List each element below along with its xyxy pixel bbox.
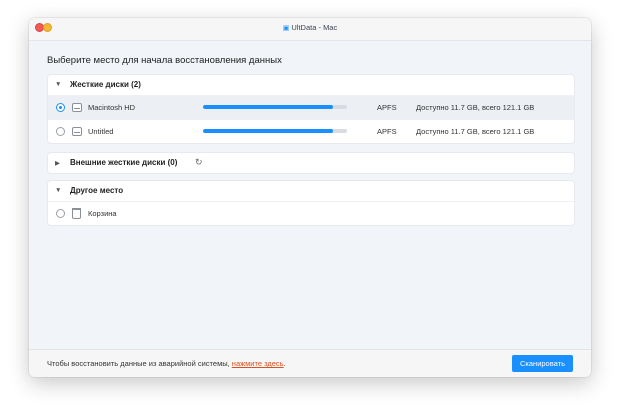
disk-usage-fill (203, 129, 333, 133)
disk-filesystem: APFS (377, 127, 397, 136)
app-window: ▣ UltData - Mac Выберите место для начала… (29, 18, 591, 377)
refresh-icon[interactable]: ↻ (195, 157, 203, 168)
window-title: ▣ UltData - Mac (29, 23, 591, 32)
footer-message: Чтобы восстановить данные из аварийной с… (47, 359, 286, 368)
external-disks-header[interactable]: ▶ Внешние жесткие диски (0) ↻ (48, 153, 574, 173)
disk-row-untitled[interactable]: Untitled APFS Доступно 11.7 GB, всего 12… (48, 119, 574, 143)
location-name: Корзина (88, 209, 117, 218)
footer-text: Чтобы восстановить данные из аварийной с… (47, 359, 232, 368)
disk-usage-bar (203, 105, 347, 109)
hard-disk-icon (72, 103, 82, 112)
window-title-text: UltData - Mac (291, 23, 338, 32)
caret-down-icon[interactable]: ▼ (55, 187, 61, 194)
disk-radio-macintosh-hd[interactable] (56, 103, 65, 112)
caret-down-icon[interactable]: ▼ (55, 81, 61, 88)
disk-name: Untitled (88, 127, 114, 136)
scan-button[interactable]: Сканировать (512, 355, 573, 372)
external-disks-section: ▶ Внешние жесткие диски (0) ↻ (47, 152, 575, 174)
location-row-trash[interactable]: Корзина (48, 201, 574, 225)
external-disks-title: Внешние жесткие диски (0) (70, 158, 178, 167)
other-location-section: ▼ Другое место Корзина (47, 180, 575, 226)
trash-icon (72, 208, 81, 219)
hard-disks-header[interactable]: ▼ Жесткие диски (2) (48, 75, 574, 95)
crash-recovery-link[interactable]: нажмите здесь (232, 359, 284, 368)
hard-disks-section: ▼ Жесткие диски (2) Macintosh HD APFS До… (47, 74, 575, 144)
footer-text-end: . (283, 359, 286, 368)
ultdata-app-icon: ▣ (282, 25, 290, 32)
footer-bar: Чтобы восстановить данные из аварийной с… (29, 349, 591, 377)
other-location-header[interactable]: ▼ Другое место (48, 181, 574, 201)
disk-space: Доступно 11.7 GB, всего 121.1 GB (416, 127, 535, 136)
caret-right-icon[interactable]: ▶ (55, 159, 60, 167)
hard-disks-title: Жесткие диски (2) (70, 80, 141, 89)
disk-usage-bar (203, 129, 347, 133)
page-heading: Выберите место для начала восстановления… (47, 55, 282, 66)
disk-filesystem: APFS (377, 103, 397, 112)
title-bar: ▣ UltData - Mac (29, 18, 591, 41)
disk-row-macintosh-hd[interactable]: Macintosh HD APFS Доступно 11.7 GB, всег… (48, 95, 574, 119)
disk-space: Доступно 11.7 GB, всего 121.1 GB (416, 103, 535, 112)
other-location-title: Другое место (70, 186, 124, 195)
disk-radio-untitled[interactable] (56, 127, 65, 136)
disk-usage-fill (203, 105, 333, 109)
location-radio-trash[interactable] (56, 209, 65, 218)
hard-disk-icon (72, 127, 82, 136)
disk-name: Macintosh HD (88, 103, 136, 112)
